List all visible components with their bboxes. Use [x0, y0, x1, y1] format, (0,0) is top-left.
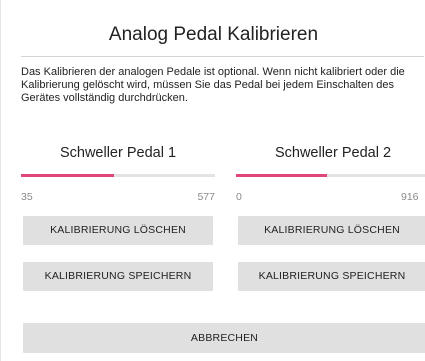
pedal-2-max-value: 916	[401, 191, 419, 203]
pedal-2-title: Schweller Pedal 2	[274, 145, 392, 161]
pedal-2-save-calibration-button[interactable]: KALIBRIERUNG SPEICHERN	[238, 262, 425, 291]
title-divider	[21, 56, 424, 57]
pedal-1-slider[interactable]	[21, 174, 215, 177]
pedal-1-title: Schweller Pedal 1	[59, 145, 177, 161]
pedal-2-min-value: 0	[236, 191, 242, 203]
calibration-dialog: Analog Pedal Kalibrieren Das Kalibrieren…	[0, 0, 425, 361]
pedal-1-save-calibration-button[interactable]: KALIBRIERUNG SPEICHERN	[23, 262, 213, 291]
pedal-2-level-fill	[236, 174, 328, 177]
pedal-1-max-value: 577	[197, 191, 215, 203]
dialog-description: Das Kalibrieren der analogen Pedale ist …	[21, 66, 405, 104]
pedal-1-delete-calibration-button[interactable]: KALIBRIERUNG LÖSCHEN	[23, 216, 213, 245]
cancel-button[interactable]: ABBRECHEN	[23, 323, 425, 353]
dialog-title: Analog Pedal Kalibrieren	[108, 24, 319, 45]
pedal-2-delete-calibration-button[interactable]: KALIBRIERUNG LÖSCHEN	[238, 216, 425, 245]
pedal-2-slider[interactable]	[236, 174, 425, 177]
pedal-1-min-value: 35	[21, 191, 33, 203]
pedal-1-level-fill	[21, 174, 115, 177]
